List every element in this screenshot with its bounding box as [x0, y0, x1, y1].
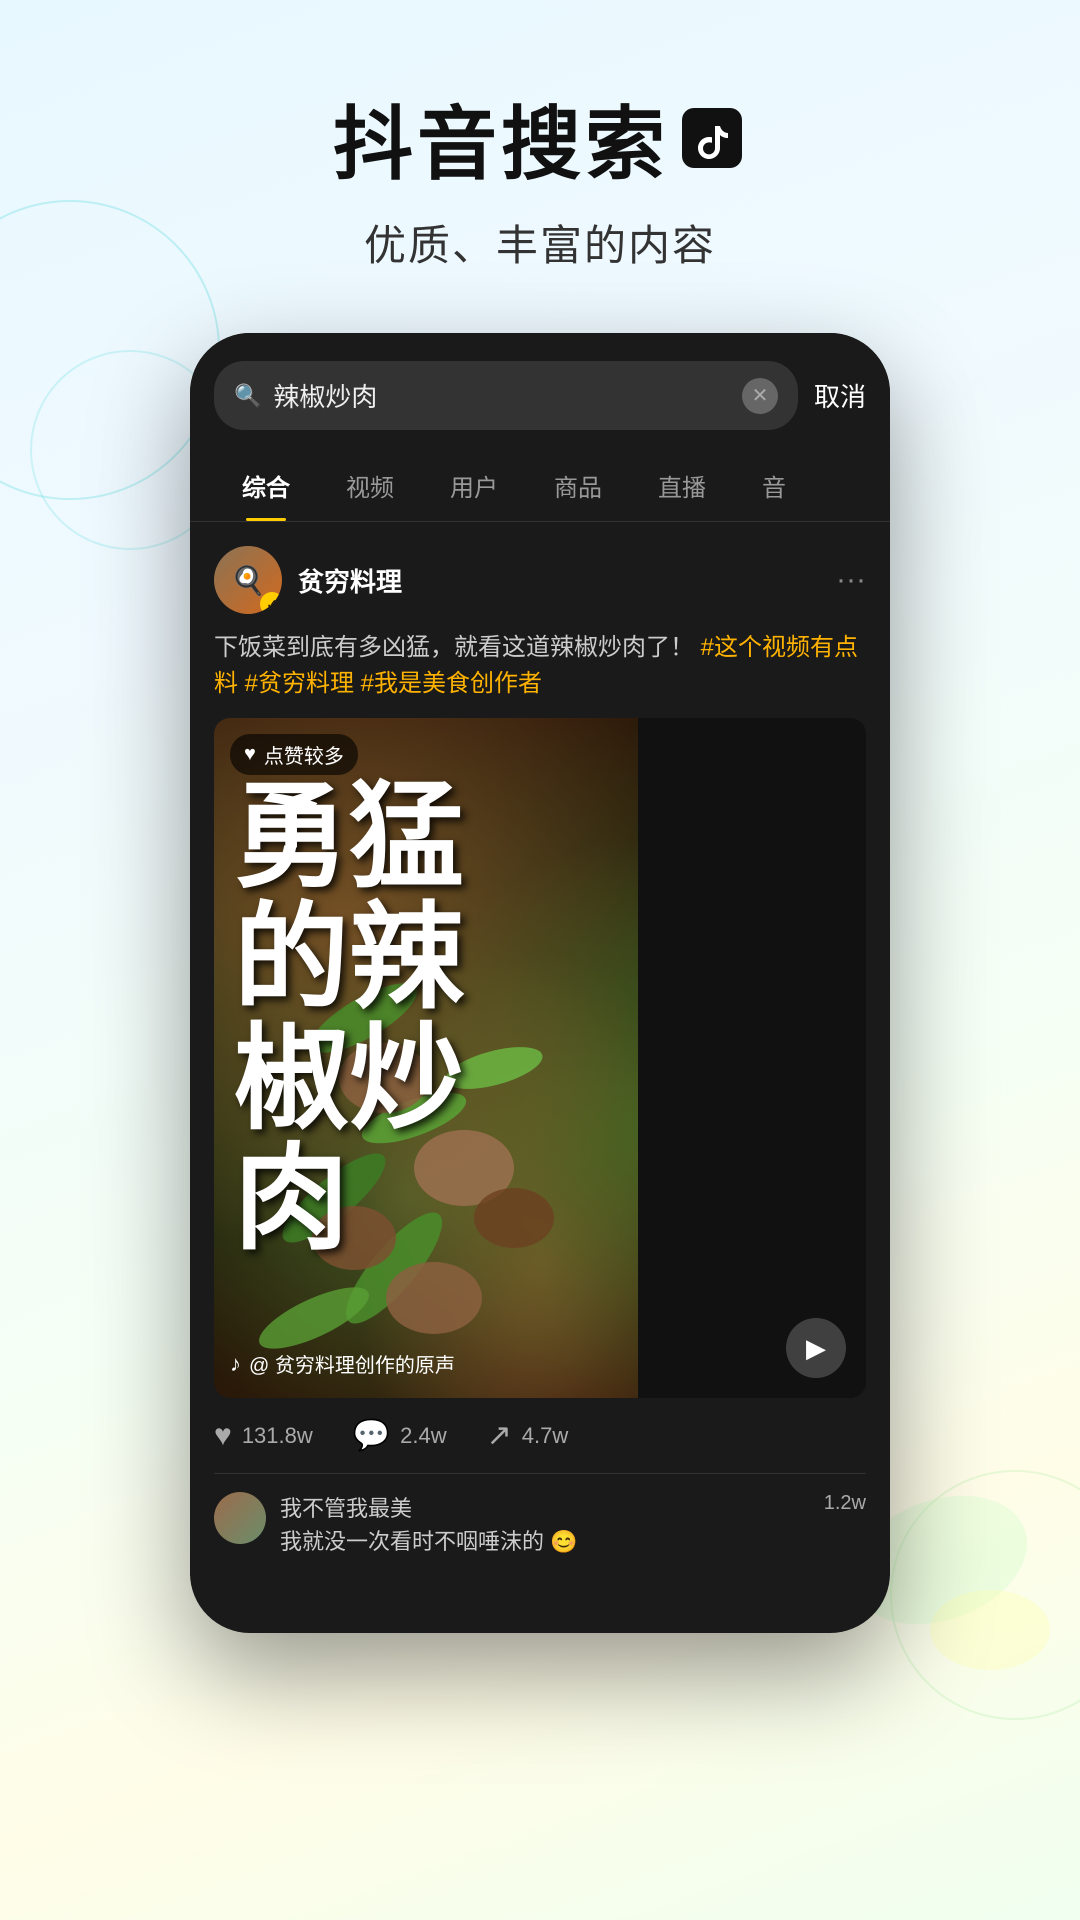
tab-直播[interactable]: 直播	[630, 450, 734, 521]
clear-icon: ✕	[752, 383, 769, 408]
tab-用户[interactable]: 用户	[422, 450, 526, 521]
comment-count-item[interactable]: 💬 2.4w	[353, 1418, 447, 1453]
interaction-row: ♥ 131.8w 💬 2.4w ↗ 4.7w	[214, 1398, 866, 1474]
tab-音乐[interactable]: 音	[734, 450, 814, 521]
post-text: 下饭菜到底有多凶猛，就看这道辣椒炒肉了！ #这个视频有点料 #贫穷料理 #我是美…	[214, 630, 866, 702]
comment-count-label: 2.4w	[400, 1423, 446, 1449]
comment-body: 我就没一次看时不咽唾沫的 😊	[280, 1525, 810, 1558]
tiktok-mini-icon: ♪	[230, 1351, 241, 1377]
share-count-item[interactable]: ↗ 4.7w	[487, 1418, 569, 1453]
tab-综合[interactable]: 综合	[214, 450, 318, 521]
tiktok-logo-icon	[677, 103, 747, 173]
like-count-item[interactable]: ♥ 131.8w	[214, 1419, 313, 1453]
play-icon: ▶	[806, 1333, 826, 1364]
search-bar-area: 🔍 辣椒炒肉 ✕ 取消	[190, 333, 890, 450]
phone-mockup-wrapper: 🔍 辣椒炒肉 ✕ 取消 综合 视频 用户 商品 直播	[0, 333, 1080, 1633]
sound-text: @ 贫穷料理创作的原声	[249, 1349, 455, 1378]
search-query-text: 辣椒炒肉	[273, 377, 730, 414]
verified-badge-icon: ✓	[260, 592, 282, 614]
more-options-icon[interactable]: ···	[836, 563, 866, 597]
phone-mockup: 🔍 辣椒炒肉 ✕ 取消 综合 视频 用户 商品 直播	[190, 333, 890, 1633]
share-count: 4.7w	[522, 1423, 568, 1449]
search-input-box[interactable]: 🔍 辣椒炒肉 ✕	[214, 361, 798, 430]
comment-content: 我不管我最美 我就没一次看时不咽唾沫的 😊	[280, 1492, 810, 1558]
app-title-text: 抖音搜索	[333, 80, 669, 196]
post-normal-text: 下饭菜到底有多凶猛，就看这道辣椒炒肉了！	[214, 634, 694, 661]
app-title: 抖音搜索	[0, 80, 1080, 196]
search-cancel-button[interactable]: 取消	[814, 377, 866, 414]
search-clear-button[interactable]: ✕	[742, 378, 778, 414]
video-thumbnail[interactable]: ♥ 点赞较多 勇猛的辣椒炒肉 ♪ @ 贫穷料理创作的原声 ▶	[214, 718, 866, 1398]
comment-reply-count: 1.2w	[824, 1492, 866, 1515]
comment-icon: 💬	[353, 1418, 390, 1453]
tab-视频[interactable]: 视频	[318, 450, 422, 521]
like-count: 131.8w	[242, 1423, 313, 1449]
search-tabs: 综合 视频 用户 商品 直播 音	[190, 450, 890, 522]
like-icon: ♥	[214, 1419, 232, 1453]
tab-商品[interactable]: 商品	[526, 450, 630, 521]
commenter-avatar	[214, 1492, 266, 1544]
post-user-row: 🍳 ✓ 贫穷料理 ···	[214, 546, 866, 614]
search-icon: 🔍	[234, 383, 261, 409]
comment-preview-row: 我不管我最美 我就没一次看时不咽唾沫的 😊 1.2w	[214, 1474, 866, 1576]
app-subtitle: 优质、丰富的内容	[0, 212, 1080, 273]
play-button[interactable]: ▶	[786, 1318, 846, 1378]
video-text-overlay: 勇猛的辣椒炒肉	[214, 718, 866, 1398]
sound-info-row: ♪ @ 贫穷料理创作的原声	[230, 1349, 455, 1378]
commenter-name: 我不管我最美	[280, 1492, 810, 1525]
header-section: 抖音搜索 优质、丰富的内容	[0, 0, 1080, 273]
share-icon: ↗	[487, 1418, 512, 1453]
username-label[interactable]: 贫穷料理	[298, 562, 402, 599]
user-avatar: 🍳 ✓	[214, 546, 282, 614]
video-overlay-text: 勇猛的辣椒炒肉	[234, 778, 464, 1261]
content-area: 🍳 ✓ 贫穷料理 ··· 下饭菜到底有多凶猛，就看这道辣椒炒肉了！ #这个视频有…	[190, 522, 890, 1576]
